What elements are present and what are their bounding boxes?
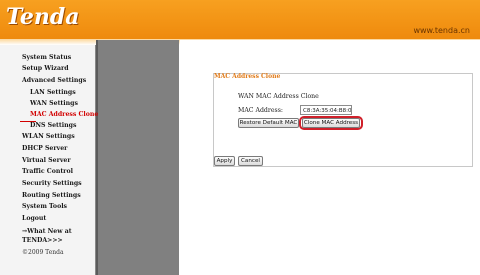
sidebar-item-dhcp-server[interactable]: DHCP Server (22, 145, 67, 152)
sidebar-item-dns-settings[interactable]: DNS Settings (30, 122, 76, 129)
sidebar-item-setup-wizard[interactable]: Setup Wizard (22, 65, 69, 72)
sidebar-item-wan-settings[interactable]: WAN Settings (30, 100, 78, 107)
sidebar-item-label: DNS Settings (30, 122, 77, 129)
sidebar-item-label: Routing Settings (22, 192, 81, 199)
clone-mac-address-button[interactable]: Clone MAC Address (302, 118, 360, 128)
sidebar-item-system-tools[interactable]: System Tools (22, 203, 67, 210)
sidebar-item-traffic-control[interactable]: Traffic Control (22, 168, 73, 175)
sidebar-item-lan-settings[interactable]: LAN Settings (30, 89, 76, 96)
sidebar-item-label: WLAN Settings (22, 133, 75, 140)
sidebar-item-label: DHCP Server (22, 145, 68, 152)
sidebar-item-wlan-settings[interactable]: WLAN Settings (22, 133, 75, 140)
mac-address-input[interactable]: C8:3A:35:04:B8:05 (300, 105, 352, 115)
sidebar-item-label: Advanced Settings (22, 77, 87, 84)
tenda-logo: Tenda (6, 4, 80, 30)
sidebar-item-advanced-settings[interactable]: Advanced Settings (22, 77, 86, 84)
sidebar-item-logout[interactable]: Logout (22, 215, 46, 222)
sidebar-item-label: System Tools (22, 203, 68, 210)
sidebar-item-label: Virtual Server (22, 157, 71, 164)
sidebar-item-label: System Status (22, 54, 72, 61)
mac-address-label: MAC Address: (238, 107, 283, 114)
whats-new-line2: TENDA>>> (22, 237, 63, 244)
sidebar-item-label: Setup Wizard (22, 65, 69, 72)
whats-new-link-2[interactable]: TENDA>>> (22, 237, 63, 244)
sidebar-separator-strip (96, 40, 179, 275)
header-url: www.tenda.cn (413, 26, 470, 35)
copyright-text: ©2009 Tenda (22, 249, 64, 256)
whats-new-line1: →What New at (22, 228, 72, 235)
sidebar-item-mac-address-clone[interactable]: MAC Address Clone (30, 111, 98, 118)
sidebar-item-virtual-server[interactable]: Virtual Server (22, 157, 71, 164)
header-bar: Tenda www.tenda.cn (0, 0, 480, 39)
sidebar-item-label: LAN Settings (30, 89, 76, 96)
cancel-button[interactable]: Cancel (238, 156, 263, 166)
whats-new-link[interactable]: →What New at (22, 228, 72, 235)
sidebar-item-system-status[interactable]: System Status (22, 54, 71, 61)
sidebar-item-label: Logout (22, 215, 47, 222)
sidebar-item-label: Security Settings (22, 180, 82, 187)
restore-default-mac-button[interactable]: Restore Default MAC (238, 118, 299, 128)
sidebar-item-label: WAN Settings (30, 100, 78, 107)
section-label: WAN MAC Address Clone (238, 93, 319, 100)
sidebar-item-label: MAC Address Clone (30, 111, 99, 118)
panel-title: MAC Address Clone (214, 73, 281, 80)
apply-button[interactable]: Apply (214, 156, 235, 166)
sidebar-item-routing-settings[interactable]: Routing Settings (22, 192, 81, 199)
sidebar-item-label: Traffic Control (22, 168, 73, 175)
sidebar-item-security-settings[interactable]: Security Settings (22, 180, 82, 187)
